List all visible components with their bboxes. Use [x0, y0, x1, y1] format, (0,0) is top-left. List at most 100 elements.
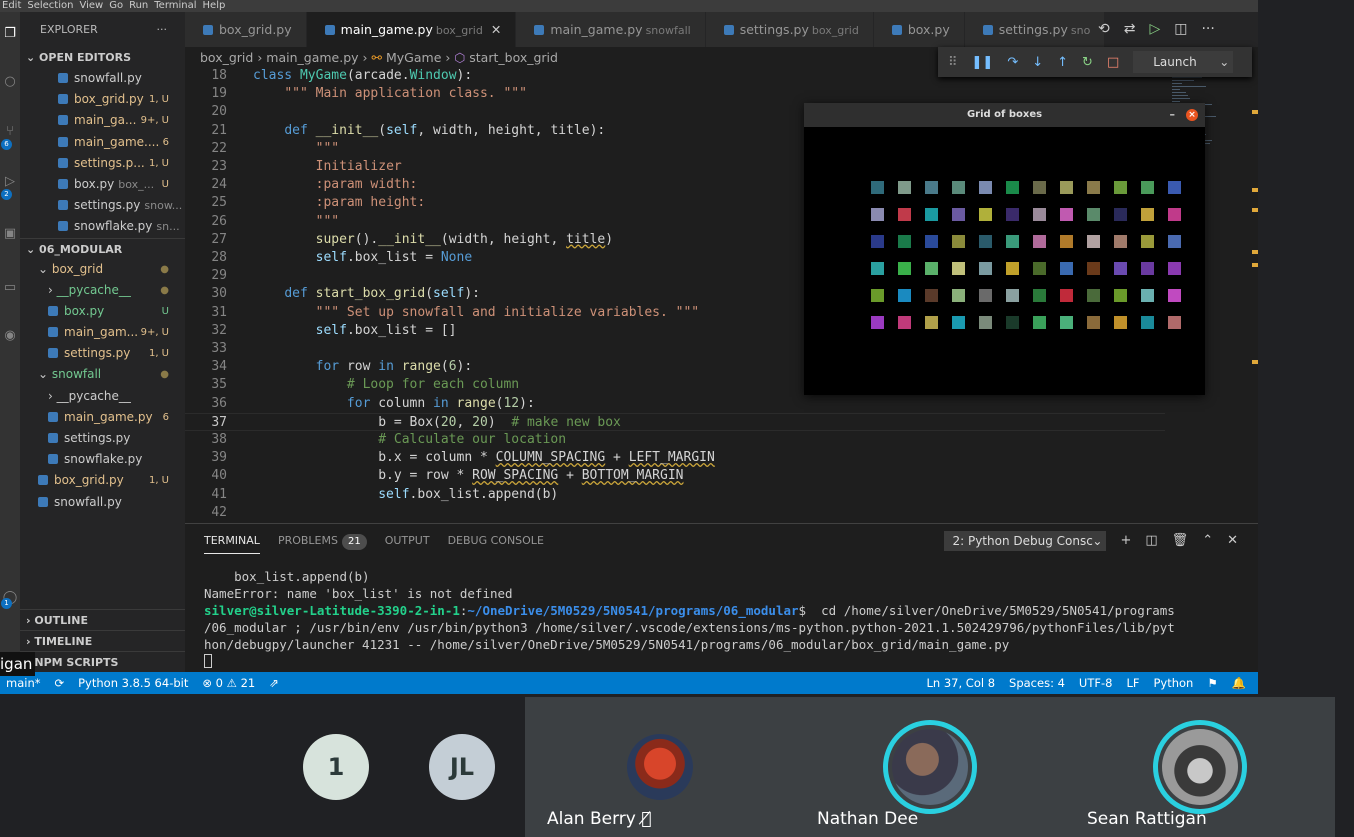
menu-edit[interactable]: Edit: [2, 0, 21, 12]
participant-tile[interactable]: Alan Berry 🎙̸: [525, 697, 795, 837]
more-actions-icon[interactable]: ···: [157, 12, 168, 47]
menu-terminal[interactable]: Terminal: [154, 0, 196, 12]
code-line[interactable]: 40 b.y = row * ROW_SPACING + BOTTOM_MARG…: [185, 467, 1165, 485]
step-into-icon[interactable]: ↓: [1032, 55, 1043, 70]
terminal-select[interactable]: 2: Python Debug Consc ⌄: [944, 531, 1107, 551]
close-icon[interactable]: ×: [1186, 109, 1198, 121]
editor-tab[interactable]: settings.py sno: [964, 12, 1106, 47]
indentation[interactable]: Spaces: 4: [1009, 672, 1065, 694]
language-mode[interactable]: Python: [1153, 672, 1193, 694]
notifications-icon[interactable]: 🔔: [1232, 672, 1246, 694]
compare-icon[interactable]: ⇄: [1124, 12, 1136, 47]
restart-icon[interactable]: ↻: [1082, 55, 1093, 70]
folder-item[interactable]: ⌄ box_grid ●: [20, 259, 185, 280]
open-editor-item[interactable]: main_game.... 6: [20, 132, 185, 153]
open-editor-item[interactable]: settings.p... 1, U: [20, 153, 185, 174]
step-out-icon[interactable]: ↑: [1057, 55, 1068, 70]
code-line[interactable]: 38 # Calculate our location: [185, 431, 1165, 449]
code-line[interactable]: 37 b = Box(20, 20) # make new box: [185, 412, 1165, 431]
folder-item[interactable]: › __pycache__: [20, 386, 185, 407]
tab-terminal[interactable]: TERMINAL: [204, 524, 260, 554]
remote-explorer-icon[interactable]: ▭: [2, 280, 18, 296]
file-item[interactable]: box.py U: [20, 301, 185, 322]
npm-scripts-section[interactable]: › NPM SCRIPTS: [20, 651, 185, 672]
search-icon[interactable]: ○: [2, 74, 18, 90]
participant-tile[interactable]: 1: [280, 697, 400, 837]
grid-of-boxes-window[interactable]: Grid of boxes – ×: [804, 103, 1205, 395]
open-editor-item[interactable]: snowfall.py: [20, 68, 185, 89]
breadcrumb-file[interactable]: main_game.py: [266, 50, 358, 65]
problems-status[interactable]: ⊗ 0 ⚠ 21: [202, 672, 255, 694]
close-panel-icon[interactable]: ✕: [1227, 524, 1238, 558]
file-item[interactable]: snowfall.py: [20, 492, 185, 513]
python-interpreter[interactable]: Python 3.8.5 64-bit: [78, 672, 188, 694]
extensions-icon[interactable]: ▣: [2, 226, 18, 242]
terminal-output[interactable]: box_list.append(b) NameError: name 'box_l…: [185, 568, 1258, 670]
menu-help[interactable]: Help: [203, 0, 226, 12]
participant-tile[interactable]: Nathan Dee: [795, 697, 1065, 837]
file-item[interactable]: box_grid.py 1, U: [20, 470, 185, 491]
file-item[interactable]: snowflake.py: [20, 449, 185, 470]
tab-problems[interactable]: PROBLEMS 21: [278, 524, 367, 558]
folder-item[interactable]: › __pycache__ ●: [20, 280, 185, 301]
grid-window-titlebar[interactable]: Grid of boxes – ×: [804, 103, 1205, 127]
participant-tile[interactable]: JL: [405, 697, 520, 837]
breadcrumb-class[interactable]: MyGame: [386, 50, 441, 65]
split-terminal-icon[interactable]: ◫: [1145, 524, 1157, 558]
menu-go[interactable]: Go: [109, 0, 123, 12]
split-editor-icon[interactable]: ◫: [1174, 12, 1187, 47]
folder-section[interactable]: ⌄ 06_MODULAR: [20, 237, 185, 259]
editor-tab[interactable]: box_grid.py: [185, 12, 307, 47]
code-line[interactable]: 41 self.box_list.append(b): [185, 486, 1165, 504]
participant-tile[interactable]: Sean Rattigan: [1065, 697, 1335, 837]
stop-icon[interactable]: □: [1107, 55, 1119, 70]
live-share-icon[interactable]: ◉: [2, 328, 18, 344]
menu-selection[interactable]: Selection: [27, 0, 73, 12]
drag-handle-icon[interactable]: ⠿: [948, 55, 958, 70]
minimize-icon[interactable]: –: [1170, 103, 1176, 127]
maximize-panel-icon[interactable]: ⌃: [1202, 524, 1213, 558]
new-terminal-icon[interactable]: +: [1120, 524, 1131, 558]
editor-tab[interactable]: main_game.py snowfall: [516, 12, 706, 47]
timeline-icon[interactable]: ⟲: [1098, 12, 1110, 47]
live-share-status-icon[interactable]: ⇗: [269, 672, 279, 694]
tab-output[interactable]: OUTPUT: [385, 524, 430, 558]
overview-ruler[interactable]: [1244, 68, 1258, 523]
encoding[interactable]: UTF-8: [1079, 672, 1113, 694]
open-editor-item[interactable]: box.py box_... U: [20, 174, 185, 195]
feedback-icon[interactable]: ⚑: [1207, 672, 1217, 694]
timeline-section[interactable]: › TIMELINE: [20, 630, 185, 651]
open-editor-item[interactable]: snowflake.py sn...: [20, 216, 185, 237]
more-icon[interactable]: ···: [1201, 12, 1214, 47]
open-editor-item[interactable]: box_grid.py 1, U: [20, 89, 185, 110]
outline-section[interactable]: › OUTLINE: [20, 609, 185, 630]
open-editor-item[interactable]: settings.py snow...: [20, 195, 185, 216]
run-debug-icon[interactable]: ▷: [2, 174, 18, 190]
file-item[interactable]: settings.py 1, U: [20, 343, 185, 364]
tab-debug-console[interactable]: DEBUG CONSOLE: [448, 524, 544, 558]
editor-tab[interactable]: settings.py box_grid: [705, 12, 874, 47]
editor-tab[interactable]: box.py: [873, 12, 965, 47]
menu-view[interactable]: View: [79, 0, 103, 12]
file-item[interactable]: main_game.py 6: [20, 407, 185, 428]
launch-config-select[interactable]: Launch ⌄: [1133, 51, 1234, 73]
cursor-position[interactable]: Ln 37, Col 8: [927, 672, 996, 694]
open-editor-item[interactable]: main_ga... 9+, U: [20, 110, 185, 131]
code-line[interactable]: 42: [185, 504, 1165, 522]
code-line[interactable]: 39 b.x = column * COLUMN_SPACING + LEFT_…: [185, 449, 1165, 467]
sync-icon[interactable]: ⟳: [54, 672, 64, 694]
code-line[interactable]: 36 for column in range(12):: [185, 395, 1165, 413]
menu-run[interactable]: Run: [129, 0, 148, 12]
trash-icon[interactable]: 🗑: [1172, 524, 1189, 558]
files-icon[interactable]: ❐: [2, 26, 18, 42]
pause-icon[interactable]: ❚❚: [972, 55, 994, 70]
run-icon[interactable]: ▷: [1149, 12, 1160, 47]
file-item[interactable]: main_gam... 9+, U: [20, 322, 185, 343]
code-line[interactable]: 19 """ Main application class. """: [185, 85, 1165, 103]
editor-tab[interactable]: main_game.py box_grid ✕: [306, 12, 517, 47]
step-over-icon[interactable]: ↷: [1007, 55, 1018, 70]
line-ending[interactable]: LF: [1126, 672, 1139, 694]
open-editors-section[interactable]: ⌄ OPEN EDITORS: [20, 47, 185, 68]
folder-item[interactable]: ⌄ snowfall ●: [20, 364, 185, 385]
breadcrumb-method[interactable]: start_box_grid: [469, 50, 558, 65]
